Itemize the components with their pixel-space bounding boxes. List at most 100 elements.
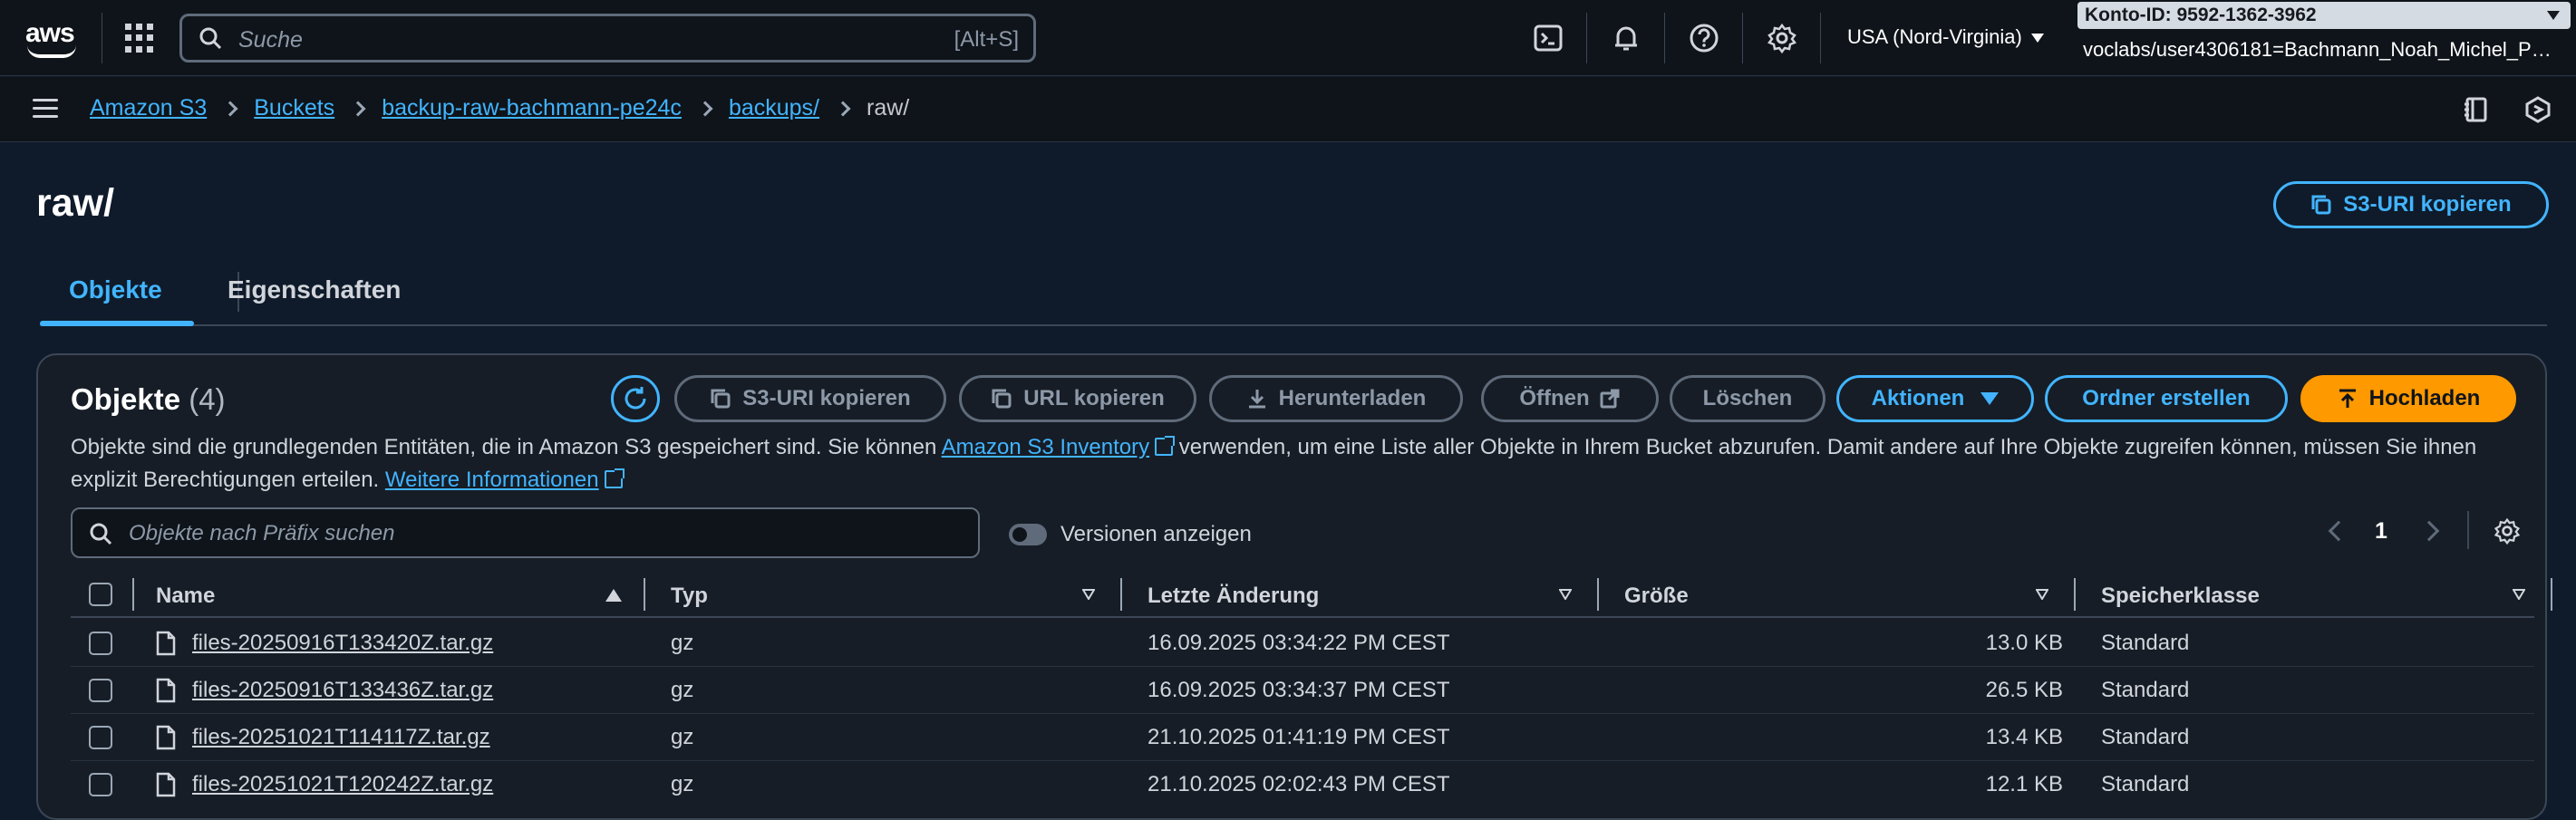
sort-ascending-icon[interactable] [605, 589, 622, 602]
select-all-checkbox[interactable] [89, 583, 112, 606]
sort-icon[interactable] [2513, 589, 2525, 600]
object-last-modified: 16.09.2025 03:34:22 PM CEST [1148, 631, 1450, 655]
settings-gear-icon[interactable] [1766, 22, 1798, 54]
nav-divider [1742, 13, 1743, 63]
help-icon[interactable] [1688, 22, 1720, 54]
region-selector[interactable]: USA (Nord-Virginia) [1847, 25, 2044, 49]
column-divider [2074, 578, 2076, 611]
object-size: 13.4 KB [1985, 725, 2063, 749]
chevron-right-icon [350, 101, 366, 116]
menu-hamburger-icon[interactable] [33, 99, 58, 119]
breadcrumb: Amazon S3 Buckets backup-raw-bachmann-pe… [90, 95, 909, 121]
row-checkbox[interactable] [89, 726, 112, 749]
objects-title-text: Objekte [71, 382, 181, 416]
description-text: Objekte sind die grundlegenden Entitäten… [71, 435, 937, 459]
objects-panel: Objekte (4) S3-URI kopieren URL kopieren… [36, 353, 2552, 820]
breadcrumb-amazon-s3[interactable]: Amazon S3 [90, 95, 207, 121]
row-checkbox[interactable] [89, 773, 112, 796]
row-checkbox[interactable] [89, 632, 112, 655]
feedback-hexagon-icon[interactable] [2523, 95, 2552, 124]
copy-icon [711, 389, 731, 409]
sort-icon[interactable] [2036, 589, 2048, 600]
download-button[interactable]: Herunterladen [1209, 375, 1463, 422]
sort-icon[interactable] [1082, 589, 1095, 600]
aws-logo[interactable]: aws [25, 18, 80, 58]
notifications-bell-icon[interactable] [1610, 22, 1642, 54]
copy-s3-uri-button[interactable]: S3-URI kopieren [674, 375, 946, 422]
file-icon [156, 631, 176, 656]
search-icon [90, 523, 112, 545]
table-header: Name Typ Letzte Änderung Größe Speicherk… [71, 573, 2552, 618]
object-size: 26.5 KB [1985, 678, 2063, 702]
breadcrumb-buckets[interactable]: Buckets [254, 95, 334, 121]
apps-grid-icon[interactable] [125, 24, 154, 53]
refresh-icon [625, 387, 646, 410]
file-icon [156, 725, 176, 750]
sort-icon[interactable] [1559, 589, 1572, 600]
copy-s3-uri-header-button[interactable]: S3-URI kopieren [2273, 181, 2549, 228]
object-prefix-search-input[interactable]: Objekte nach Präfix suchen [71, 507, 980, 558]
object-type: gz [671, 725, 694, 749]
global-search-input[interactable]: Suche [Alt+S] [179, 14, 1036, 63]
account-menu[interactable]: Konto-ID: 9592-1362-3962 [2077, 2, 2571, 29]
chevron-right-icon[interactable] [2418, 520, 2440, 542]
s3-inventory-link[interactable]: Amazon S3 Inventory [942, 435, 1149, 459]
region-label: USA (Nord-Virginia) [1847, 25, 2022, 48]
page-title: raw/ [36, 181, 115, 225]
info-panel-icon[interactable] [2462, 95, 2491, 124]
copy-url-label: URL kopieren [1023, 386, 1165, 410]
column-header-storage-class[interactable]: Speicherklasse [2101, 584, 2260, 609]
nav-divider [1820, 13, 1821, 63]
show-versions-toggle[interactable] [1009, 524, 1047, 545]
column-header-name[interactable]: Name [156, 584, 215, 609]
object-storage-class: Standard [2101, 725, 2190, 749]
create-folder-button[interactable]: Ordner erstellen [2045, 375, 2288, 422]
table-row[interactable]: files-20250916T133420Z.tar.gz gz 16.09.2… [71, 620, 2534, 667]
copy-s3-uri-label: S3-URI kopieren [742, 386, 911, 410]
upload-icon [2339, 389, 2356, 408]
refresh-button[interactable] [611, 375, 660, 422]
column-divider [132, 578, 134, 611]
breadcrumb-bar: Amazon S3 Buckets backup-raw-bachmann-pe… [0, 77, 2576, 142]
object-storage-class: Standard [2101, 631, 2190, 655]
table-row[interactable]: files-20250916T133436Z.tar.gz gz 16.09.2… [71, 667, 2534, 714]
chevron-right-icon [835, 101, 851, 116]
actions-dropdown[interactable]: Aktionen [1836, 375, 2034, 422]
top-navigation: aws Suche [Alt+S] USA (Nord-Virginia) Ko… [0, 0, 2576, 76]
open-button[interactable]: Öffnen [1481, 375, 1659, 422]
column-header-size[interactable]: Größe [1624, 584, 1689, 609]
copy-url-button[interactable]: URL kopieren [959, 375, 1196, 422]
pager-divider [2467, 511, 2469, 549]
column-divider [2551, 578, 2552, 611]
object-name-link[interactable]: files-20251021T114117Z.tar.gz [192, 725, 490, 750]
object-name-link[interactable]: files-20250916T133420Z.tar.gz [192, 631, 493, 656]
object-name-link[interactable]: files-20250916T133436Z.tar.gz [192, 678, 493, 703]
objects-panel-title: Objekte (4) [71, 382, 226, 417]
tab-eigenschaften[interactable]: Eigenschaften [228, 275, 401, 304]
tab-objekte[interactable]: Objekte [69, 275, 162, 304]
external-link-icon [1600, 389, 1620, 409]
filter-placeholder: Objekte nach Präfix suchen [129, 521, 395, 545]
delete-button[interactable]: Löschen [1670, 375, 1825, 422]
external-link-icon [1155, 436, 1176, 456]
copy-icon [2311, 195, 2331, 215]
learn-more-link[interactable]: Weitere Informationen [385, 468, 599, 492]
column-header-last-modified[interactable]: Letzte Änderung [1148, 584, 1319, 609]
chevron-left-icon[interactable] [2328, 520, 2349, 542]
page-number[interactable]: 1 [2375, 518, 2387, 545]
table-settings-gear-icon[interactable] [2493, 516, 2522, 545]
column-divider [644, 578, 645, 611]
download-icon [1248, 390, 1265, 409]
row-checkbox[interactable] [89, 679, 112, 702]
table-row[interactable]: files-20251021T120242Z.tar.gz gz 21.10.2… [71, 761, 2534, 808]
create-folder-label: Ordner erstellen [2082, 386, 2251, 410]
object-name-link[interactable]: files-20251021T120242Z.tar.gz [192, 772, 493, 797]
breadcrumb-backups[interactable]: backups/ [729, 95, 819, 121]
upload-button[interactable]: Hochladen [2300, 375, 2516, 422]
object-storage-class: Standard [2101, 678, 2190, 702]
cloudshell-icon[interactable] [1532, 22, 1564, 54]
copy-icon [992, 389, 1012, 409]
column-header-type[interactable]: Typ [671, 584, 708, 609]
breadcrumb-bucket[interactable]: backup-raw-bachmann-pe24c [382, 95, 682, 121]
table-row[interactable]: files-20251021T114117Z.tar.gz gz 21.10.2… [71, 714, 2534, 761]
